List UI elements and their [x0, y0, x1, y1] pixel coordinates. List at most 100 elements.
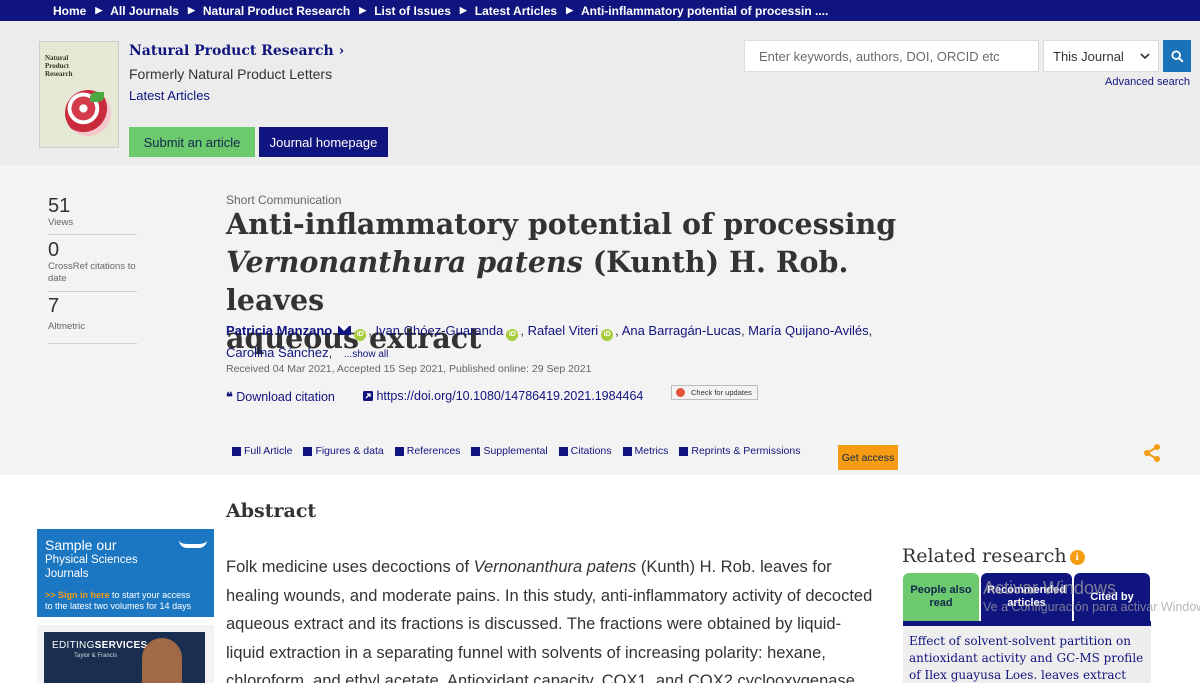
image-icon: [303, 446, 313, 456]
ad-signin-link[interactable]: Sign in here: [58, 590, 110, 600]
check-for-updates-button[interactable]: Check for updates: [671, 385, 758, 400]
metric-label: Views: [48, 217, 74, 228]
author-list: Patricia Manzano iD, Ivan Chóez-Guaranda i…: [226, 323, 873, 360]
cover-leaf: [90, 92, 104, 102]
tab-label: Reprints & Permissions: [691, 445, 801, 457]
journal-title: Natural Product Research: [129, 43, 334, 59]
chevron-right-icon: ▶: [359, 5, 367, 15]
editing-services-banner: EDITINGSERVICES Taylor & Francis: [44, 632, 205, 683]
editing-title-bold: EDITING: [52, 640, 95, 651]
chevron-right-icon: ▶: [566, 5, 573, 15]
chevron-right-icon: ▶: [95, 5, 103, 15]
ad-cta-text-2: to the latest two volumes for 14 days: [45, 601, 192, 611]
latest-articles-link[interactable]: Latest Articles: [129, 88, 210, 103]
share-icon[interactable]: [1142, 443, 1162, 463]
document-icon: [232, 446, 241, 456]
author-link[interactable]: Ana Barragán-Lucas: [622, 323, 741, 338]
ad-cta-arrow: >>: [45, 590, 56, 600]
doi-label: https://doi.org/10.1080/14786419.2021.19…: [376, 389, 644, 403]
journal-cover[interactable]: Natural Product Research: [39, 41, 119, 148]
title-species: Vernonanthura patens: [226, 245, 583, 279]
watermark-line2: Ve a Configuración para activar Windows.: [983, 600, 1200, 614]
chevron-right-icon: ▶: [459, 5, 467, 15]
tab-references[interactable]: References: [394, 445, 460, 457]
email-icon[interactable]: [338, 326, 352, 335]
related-article-link[interactable]: Effect of solvent-solvent partition on a…: [909, 634, 1143, 683]
author-link[interactable]: Ivan Chóez-Guaranda: [375, 323, 503, 338]
metric-crossref: 0 CrossRef citations to date: [48, 239, 137, 292]
journal-title-link[interactable]: Natural Product Research ›: [129, 43, 344, 59]
person-photo: [142, 638, 182, 683]
tab-full-article[interactable]: Full Article: [232, 445, 292, 457]
tab-citations[interactable]: Citations: [558, 445, 612, 457]
info-icon[interactable]: i: [1069, 550, 1085, 565]
breadcrumb-issues[interactable]: List of Issues: [374, 4, 451, 18]
get-access-button[interactable]: Get access: [838, 445, 898, 470]
plus-square-icon: [471, 446, 481, 456]
tab-metrics[interactable]: Metrics: [622, 445, 669, 457]
editing-title-rest: SERVICES: [94, 640, 148, 651]
orcid-icon[interactable]: iD: [601, 329, 614, 341]
ad-subtitle: Physical Sciences: [45, 554, 138, 566]
tab-label: Metrics: [634, 445, 669, 457]
tab-figures[interactable]: Figures & data: [303, 445, 384, 457]
tab-reprints[interactable]: Reprints & Permissions: [679, 445, 800, 457]
metric-label: CrossRef citations to date: [48, 261, 136, 284]
metric-value: 7: [48, 295, 60, 317]
breadcrumb-all-journals[interactable]: All Journals: [110, 4, 179, 18]
ad-subtitle: Journals: [45, 568, 89, 580]
cover-image: [65, 90, 111, 136]
search-input[interactable]: Enter keywords, authors, DOI, ORCID etc: [744, 40, 1039, 72]
author-link[interactable]: Rafael Viteri: [528, 323, 599, 338]
metric-altmetric[interactable]: 7 Altmetric: [48, 295, 137, 344]
tab-supplemental[interactable]: Supplemental: [471, 445, 548, 457]
breadcrumb-latest[interactable]: Latest Articles: [475, 4, 557, 18]
author-link[interactable]: Carolina Sánchez: [226, 345, 329, 360]
windows-activation-watermark: Activar Windows Ve a Configuración para …: [983, 578, 1200, 614]
breadcrumb-journal[interactable]: Natural Product Research: [203, 4, 350, 18]
show-all-authors-link[interactable]: ...show all: [344, 349, 388, 360]
ship-icon: [179, 538, 207, 548]
search-scope-select[interactable]: This Journal: [1043, 40, 1159, 72]
crossmark-icon: [676, 388, 685, 397]
watermark-line1: Activar Windows: [983, 578, 1117, 598]
metric-views: 51 Views: [48, 195, 137, 235]
submit-article-button[interactable]: Submit an article: [129, 127, 255, 157]
book-icon: [394, 446, 404, 456]
author-link[interactable]: María Quijano-Avilés: [748, 323, 868, 338]
journal-homepage-button[interactable]: Journal homepage: [259, 127, 388, 157]
download-citation-link[interactable]: ❝ Download citation: [226, 389, 335, 404]
breadcrumb-home[interactable]: Home: [53, 4, 86, 18]
editing-subtitle: Taylor & Francis: [74, 653, 118, 659]
search-scope-value: This Journal: [1053, 48, 1124, 64]
author-link[interactable]: Patricia Manzano: [226, 323, 332, 338]
chevron-down-icon: [1140, 53, 1150, 59]
bar-chart-icon: [622, 446, 632, 456]
chevron-right-icon: ▶: [187, 5, 195, 15]
breadcrumb: Home ▶ All Journals ▶ Natural Product Re…: [0, 0, 1200, 21]
editing-services-ad[interactable]: EDITINGSERVICES Taylor & Francis: [37, 625, 214, 683]
doi-link[interactable]: https://doi.org/10.1080/14786419.2021.19…: [363, 389, 643, 403]
publication-dates: Received 04 Mar 2021, Accepted 15 Sep 20…: [226, 363, 592, 375]
tab-label: Figures & data: [315, 445, 384, 457]
sample-journals-ad[interactable]: Sample our Physical Sciences Journals >>…: [37, 529, 214, 617]
metric-value: 51: [48, 195, 71, 217]
orcid-icon[interactable]: iD: [354, 329, 367, 341]
article-header-band: 51 Views 0 CrossRef citations to date 7 …: [0, 165, 1200, 475]
journal-header: Natural Product Research Natural Product…: [0, 21, 1200, 165]
tab-people-also-read[interactable]: People also read: [903, 573, 979, 621]
metric-value: 0: [48, 239, 60, 261]
tab-label: Full Article: [244, 445, 293, 457]
ad-cta-text: to start your access: [109, 590, 191, 600]
breadcrumb-current: Anti-inflammatory potential of processin…: [580, 3, 829, 18]
search-button[interactable]: [1163, 40, 1191, 72]
download-citation-label: Download citation: [236, 390, 335, 404]
ad-cta: >> Sign in here to start your access to …: [45, 590, 214, 612]
advanced-search-link[interactable]: Advanced search: [1105, 76, 1190, 88]
journal-formerly: Formerly Natural Product Letters: [129, 66, 333, 82]
external-link-icon: [363, 391, 373, 401]
related-title: Related research: [902, 545, 1067, 567]
metric-label: Altmetric: [48, 321, 85, 332]
abstract-heading: Abstract: [226, 500, 317, 522]
orcid-icon[interactable]: iD: [506, 329, 519, 341]
